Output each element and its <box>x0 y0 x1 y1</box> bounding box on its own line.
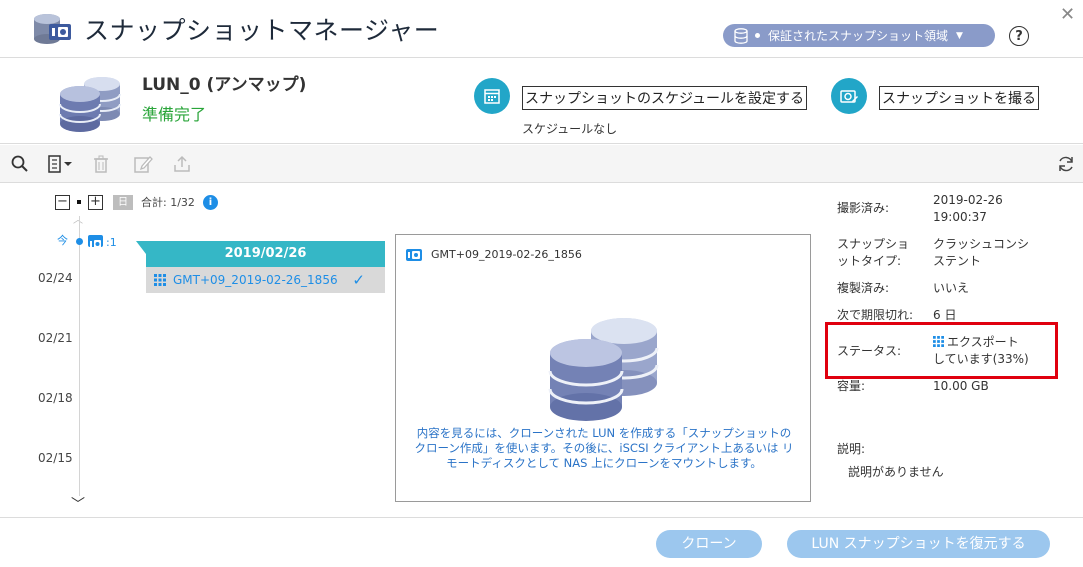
status-dot-icon <box>755 33 760 38</box>
snapshot-grid-icon <box>154 274 166 286</box>
detail-value: 19:00:37 <box>933 210 987 224</box>
info-icon[interactable]: i <box>202 194 218 210</box>
trash-icon[interactable] <box>91 154 111 174</box>
edit-icon[interactable] <box>133 154 153 174</box>
preview-instructions: 内容を見るには、クローンされた LUN を作成する「スナップショットのクローン作… <box>414 426 794 470</box>
preview-title: GMT+09_2019-02-26_1856 <box>406 248 582 261</box>
check-icon: ✓ <box>352 271 365 289</box>
snapshot-pool-label: 保証されたスナップショット領域 <box>768 29 949 43</box>
timeline-controls: − + 日 合計: 1/32 i <box>55 194 218 210</box>
take-snapshot-button[interactable]: スナップショットを撮る <box>879 86 1039 110</box>
lun-header: LUN_0 (アンマップ) 準備完了 スナップショットのスケジュールを設定する … <box>0 58 1083 144</box>
view-options-icon[interactable] <box>47 154 75 174</box>
snapshot-camera-icon[interactable] <box>88 235 103 248</box>
clone-button[interactable]: クローン <box>656 530 762 558</box>
detail-value: 10.00 GB <box>933 379 989 393</box>
snapshot-name: GMT+09_2019-02-26_1856 <box>173 273 338 287</box>
detail-label: 撮影済み: <box>837 201 890 215</box>
window-title: スナップショットマネージャー <box>84 16 440 45</box>
detail-label: 説明: <box>837 442 866 456</box>
database-illustration-icon <box>548 318 659 421</box>
search-icon[interactable] <box>10 154 30 174</box>
snapshot-camera-icon <box>406 248 422 261</box>
lun-database-icon <box>59 77 121 132</box>
timeline-date: 02/18 <box>38 391 73 405</box>
detail-label: 容量: <box>837 379 866 393</box>
schedule-snapshot-button[interactable]: スナップショットのスケジュールを設定する <box>522 86 808 110</box>
detail-label: 複製済み: <box>837 281 890 295</box>
detail-value: クラッシュコンシ <box>933 237 1030 251</box>
title-bar: スナップショットマネージャー 保証されたスナップショット領域 ▼ ? ✕ <box>0 0 1083 58</box>
detail-value: 2019-02-26 <box>933 193 1003 207</box>
export-icon[interactable] <box>172 154 192 174</box>
detail-label: スナップショ <box>837 237 910 251</box>
zoom-level-dot <box>77 200 81 204</box>
timeline-date: 02/15 <box>38 451 73 465</box>
refresh-icon[interactable] <box>1056 154 1076 174</box>
footer: クローン LUN スナップショットを復元する <box>0 517 1083 567</box>
close-icon[interactable]: ✕ <box>1060 4 1075 25</box>
status-highlight-box <box>825 322 1058 379</box>
timeline-date: 02/21 <box>38 331 73 345</box>
detail-value: ステント <box>933 254 982 268</box>
chevron-down-icon: ▼ <box>956 30 963 41</box>
timeline-snapshot-count: :1 <box>106 236 117 249</box>
snapshot-date-header: 2019/02/26 <box>146 241 385 267</box>
timeline-axis <box>79 216 80 496</box>
scroll-up-icon[interactable]: ︿ <box>73 211 83 226</box>
snapshot-preview-panel: GMT+09_2019-02-26_1856 内容を見るには、クローンされた L… <box>395 234 811 502</box>
snapshot-list-item[interactable]: GMT+09_2019-02-26_1856 ✓ <box>146 267 385 293</box>
snapshot-pool-selector[interactable]: 保証されたスナップショット領域 ▼ <box>723 24 995 47</box>
zoom-out-button[interactable]: − <box>55 194 70 210</box>
detail-value: いいえ <box>933 281 970 295</box>
toolbar <box>0 145 1083 183</box>
zoom-in-button[interactable]: + <box>88 194 103 210</box>
database-icon <box>734 27 748 44</box>
take-snapshot-icon[interactable] <box>831 78 867 114</box>
schedule-calendar-icon[interactable] <box>474 78 510 114</box>
preview-snapshot-name: GMT+09_2019-02-26_1856 <box>431 248 582 261</box>
help-icon[interactable]: ? <box>1009 26 1029 46</box>
timeline-now-label: 今 <box>57 234 68 247</box>
date-header-tab <box>136 241 146 254</box>
detail-label: ットタイプ: <box>837 254 902 268</box>
timeline-date: 02/24 <box>38 271 73 285</box>
timeline-now-marker <box>76 238 83 245</box>
schedule-note: スケジュールなし <box>522 122 618 136</box>
restore-snapshot-button[interactable]: LUN スナップショットを復元する <box>787 530 1050 558</box>
scroll-down-icon[interactable]: ﹀ <box>71 494 85 514</box>
day-scale-badge[interactable]: 日 <box>113 194 133 210</box>
snapshot-total: 合計: 1/32 <box>141 196 195 209</box>
lun-name: LUN_0 (アンマップ) <box>142 75 307 95</box>
lun-status: 準備完了 <box>142 105 207 124</box>
snapshot-manager-icon <box>34 14 71 44</box>
detail-value: 説明がありません <box>848 465 944 479</box>
